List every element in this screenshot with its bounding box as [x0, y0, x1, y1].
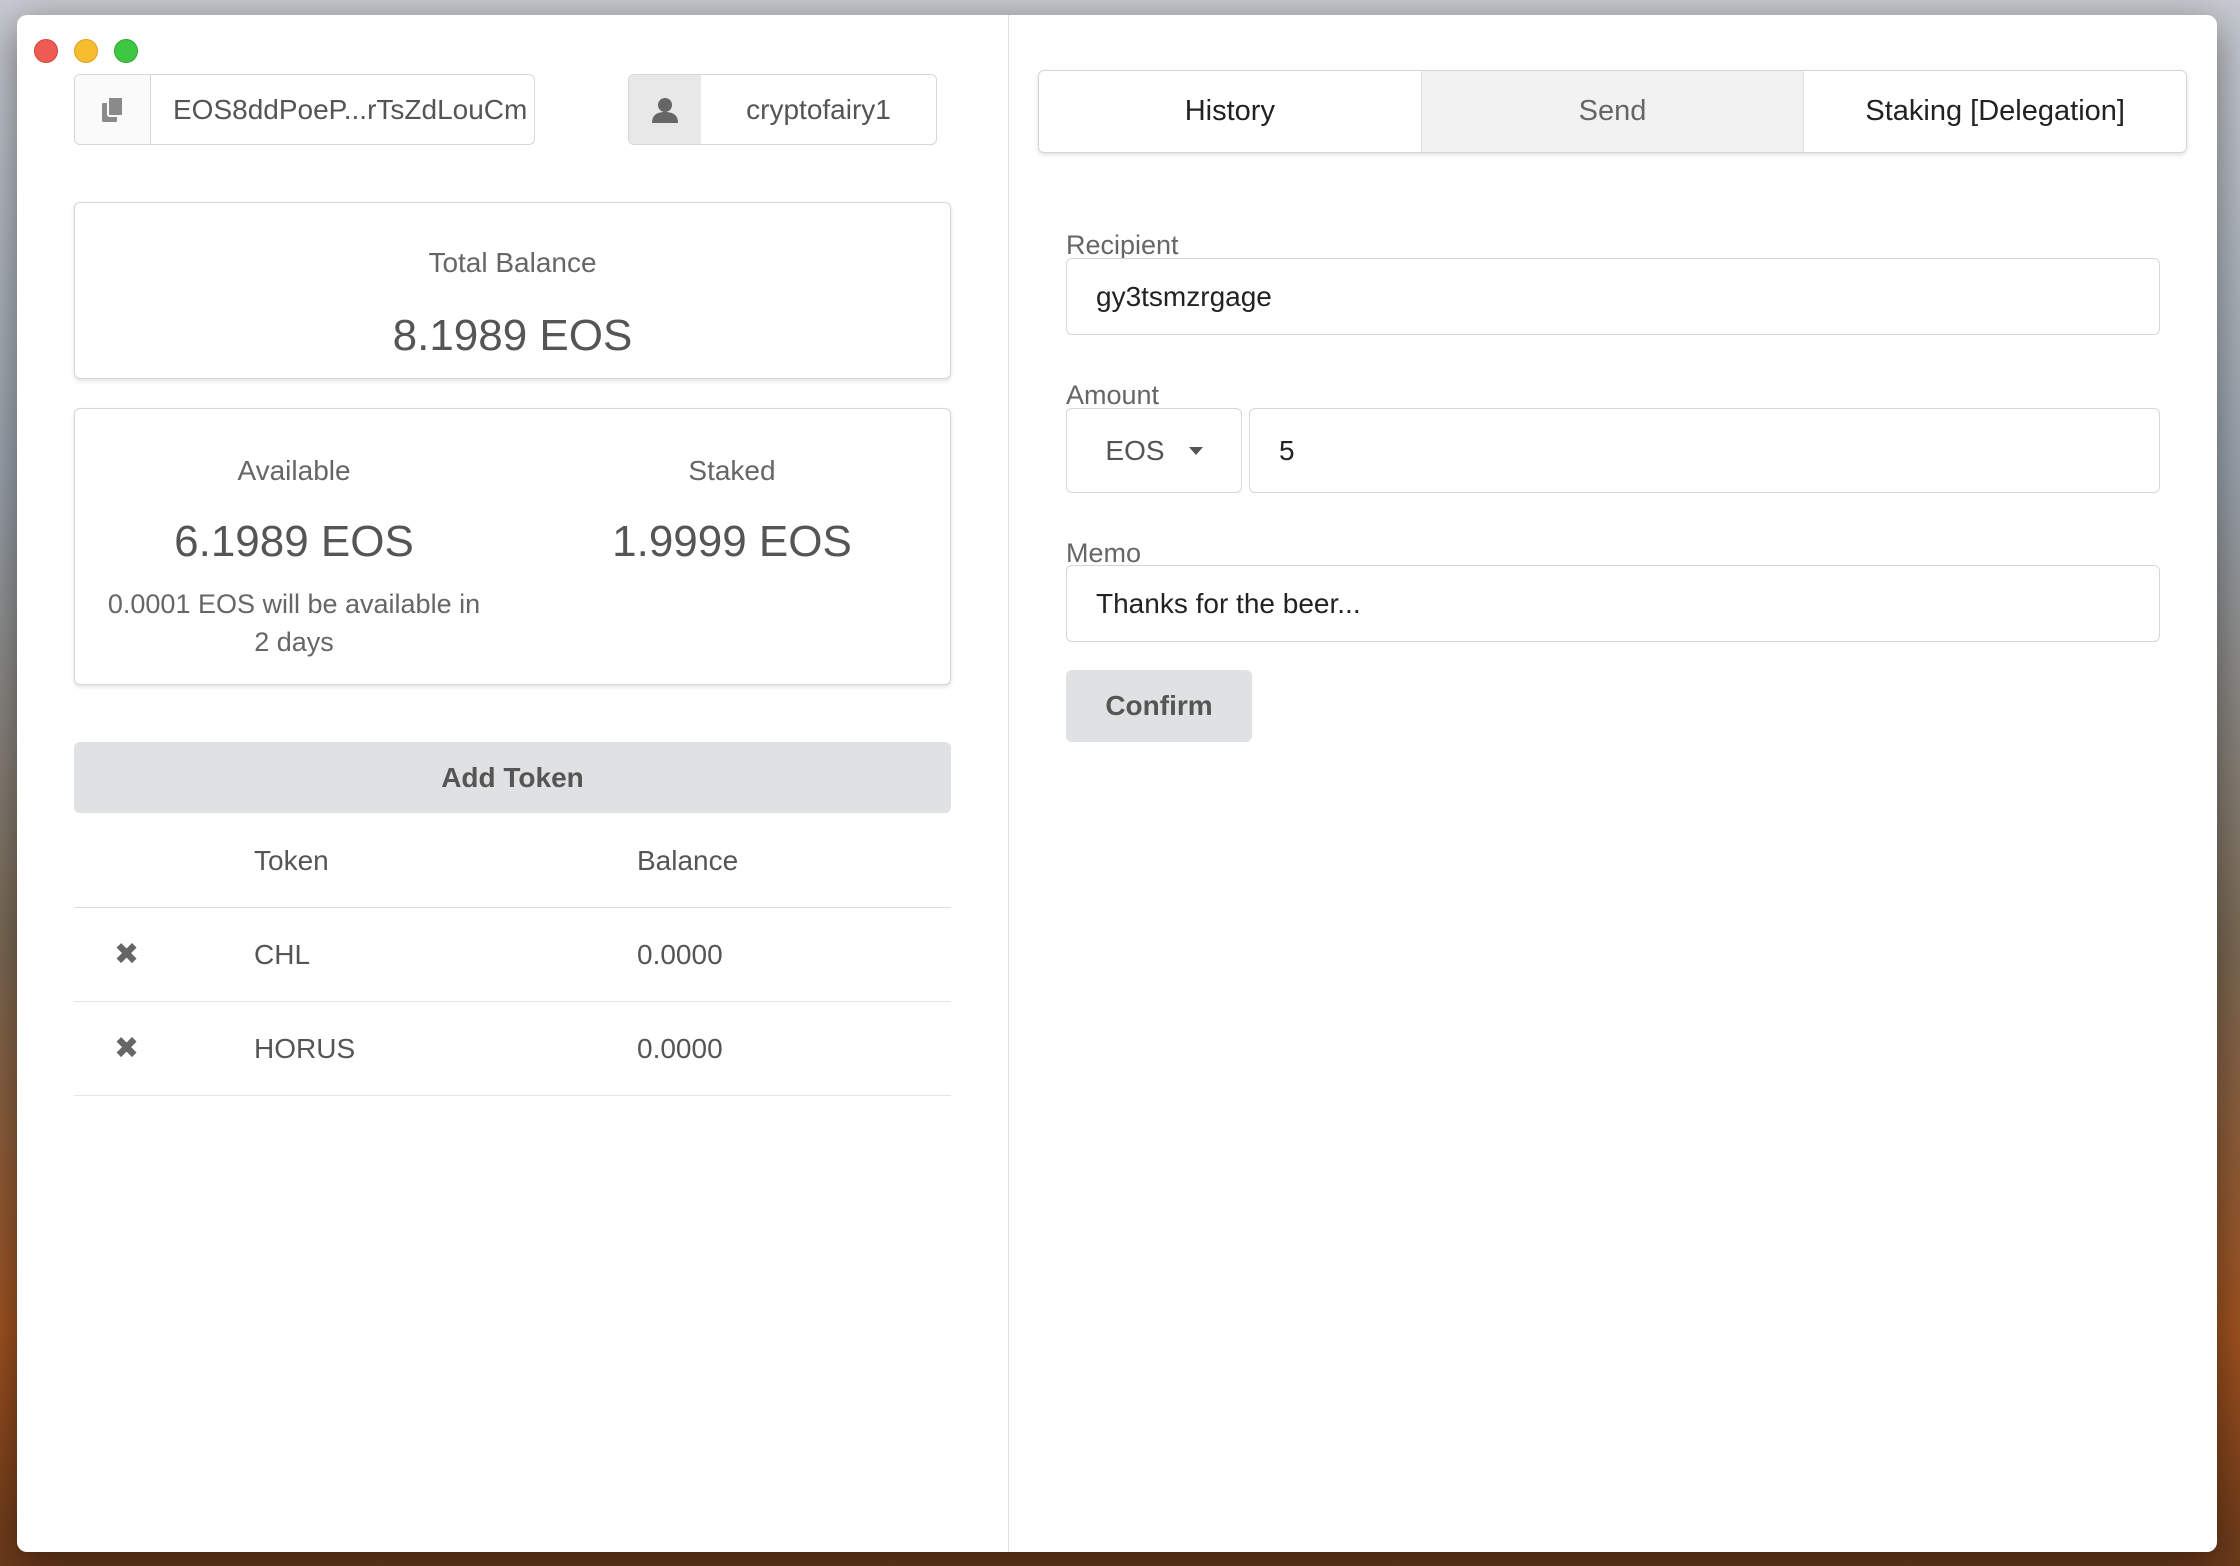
- remove-token-icon[interactable]: ✖: [114, 1002, 154, 1095]
- main-tabs: History Send Staking [Delegation]: [1038, 70, 2187, 153]
- currency-value: EOS: [1105, 434, 1165, 466]
- currency-select[interactable]: EOS: [1066, 408, 1242, 493]
- account-name-field[interactable]: cryptofairy1: [628, 74, 937, 145]
- table-row: ✖ HORUS 0.0000: [74, 1002, 951, 1096]
- balance-breakdown-card: Available 6.1989 EOS 0.0001 EOS will be …: [74, 408, 951, 685]
- amount-input[interactable]: 5: [1249, 408, 2160, 493]
- add-token-button[interactable]: Add Token: [74, 742, 951, 813]
- token-table-header: Token Balance: [74, 815, 951, 908]
- tab-staking[interactable]: Staking [Delegation]: [1804, 71, 2186, 152]
- maximize-window-button[interactable]: [114, 39, 138, 63]
- token-balance: 0.0000: [637, 1032, 723, 1064]
- pending-note-line1: 0.0001 EOS will be available in: [107, 589, 481, 619]
- table-row: ✖ CHL 0.0000: [74, 908, 951, 1002]
- tab-send[interactable]: Send: [1421, 71, 1805, 152]
- column-divider: [1008, 15, 1009, 1552]
- memo-input[interactable]: Thanks for the beer...: [1066, 565, 2160, 642]
- total-balance-label: Total Balance: [428, 247, 597, 278]
- total-balance-value: 8.1989 EOS: [392, 311, 633, 360]
- remove-token-icon[interactable]: ✖: [114, 908, 154, 1001]
- staked-value: 1.9999 EOS: [612, 517, 852, 566]
- pending-note-line2: 2 days: [254, 627, 334, 657]
- public-key-field[interactable]: EOS8ddPoeP...rTsZdLouCm: [74, 74, 535, 145]
- user-icon: [629, 75, 701, 144]
- minimize-window-button[interactable]: [74, 39, 98, 63]
- token-name: CHL: [254, 938, 311, 970]
- pending-refund-note: 0.0001 EOS will be available in 2 days: [95, 585, 493, 661]
- amount-label: Amount: [1066, 380, 1160, 410]
- balance-column-header: Balance: [637, 845, 739, 876]
- copy-icon[interactable]: [75, 75, 151, 144]
- recipient-label: Recipient: [1066, 230, 1179, 260]
- account-name-text: cryptofairy1: [746, 93, 891, 125]
- token-column-header: Token: [254, 845, 329, 876]
- chevron-down-icon: [1188, 446, 1203, 455]
- close-window-button[interactable]: [34, 39, 58, 63]
- token-table: Token Balance ✖ CHL 0.0000 ✖ HORUS 0.000…: [74, 815, 951, 1096]
- available-value: 6.1989 EOS: [174, 517, 414, 566]
- recipient-input[interactable]: gy3tsmzrgage: [1066, 258, 2160, 335]
- confirm-button[interactable]: Confirm: [1066, 670, 1252, 742]
- public-key-text: EOS8ddPoeP...rTsZdLouCm: [173, 93, 528, 125]
- staked-label: Staked: [688, 455, 776, 486]
- app-window: EOS8ddPoeP...rTsZdLouCm cryptofairy1 Tot…: [17, 15, 2217, 1552]
- available-label: Available: [237, 455, 351, 486]
- token-name: HORUS: [254, 1032, 356, 1064]
- total-balance-card: Total Balance 8.1989 EOS: [74, 202, 951, 379]
- token-balance: 0.0000: [637, 938, 723, 970]
- tab-history[interactable]: History: [1039, 71, 1422, 152]
